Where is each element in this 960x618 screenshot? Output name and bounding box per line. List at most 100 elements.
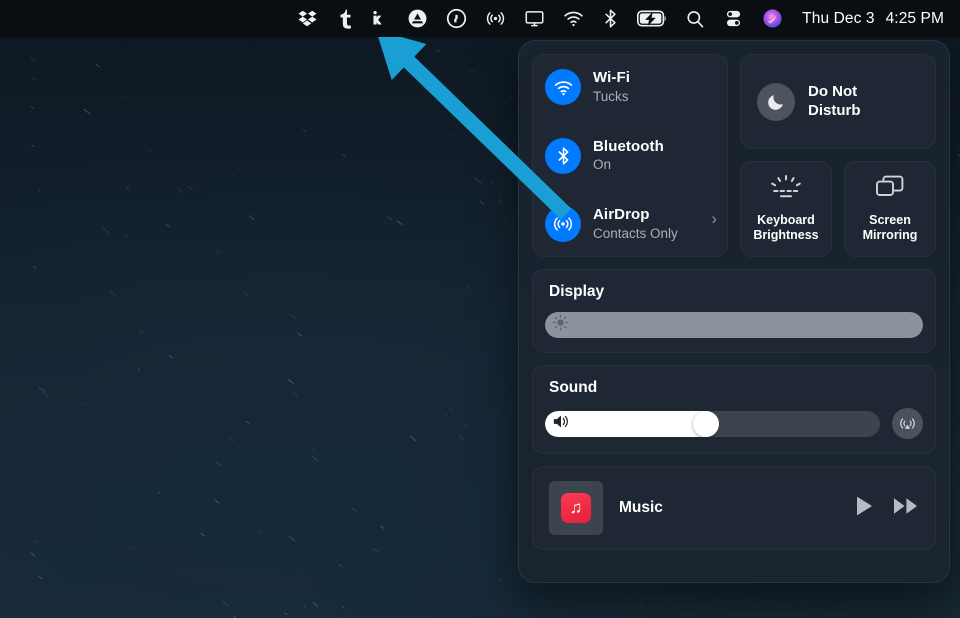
- wifi-row[interactable]: Wi-Fi Tucks: [545, 69, 715, 105]
- star-speck: [451, 133, 456, 138]
- airplay-audio-icon[interactable]: [892, 408, 923, 439]
- star-speck: [508, 95, 514, 100]
- star-speck: [283, 611, 288, 615]
- star-speck: [308, 378, 312, 382]
- dropbox-icon[interactable]: [289, 0, 326, 37]
- star-speck: [125, 186, 130, 190]
- control-center-panel: Wi-Fi Tucks Bluetooth On AirDrop Contact…: [518, 40, 950, 583]
- kb-line-1: Keyboard: [757, 213, 815, 227]
- airdrop-title: AirDrop: [593, 206, 650, 224]
- menu-bar-clock[interactable]: Thu Dec 3 4:25 PM: [792, 10, 948, 28]
- brightness-icon: [552, 314, 569, 336]
- airdrop-icon[interactable]: [476, 0, 515, 37]
- star-speck: [479, 199, 485, 205]
- star-speck: [257, 528, 263, 534]
- star-speck: [351, 507, 357, 513]
- tumblr-icon[interactable]: [326, 0, 361, 37]
- kap-icon[interactable]: [361, 0, 398, 37]
- star-speck: [148, 148, 153, 153]
- kb-line-2: Brightness: [753, 228, 819, 242]
- star-speck: [417, 95, 421, 99]
- star-speck: [123, 234, 128, 238]
- star-speck: [30, 552, 36, 557]
- star-speck: [222, 601, 229, 607]
- arc-icon[interactable]: [398, 0, 437, 37]
- utility-tile-row: Keyboard Brightness Screen Mirroring: [740, 161, 936, 257]
- keyboard-brightness-tile[interactable]: Keyboard Brightness: [740, 161, 832, 257]
- airdrop-mode: Contacts Only: [593, 225, 678, 241]
- star-speck: [242, 291, 249, 297]
- music-note-icon: ♫: [561, 493, 591, 523]
- star-speck: [443, 412, 448, 416]
- bluetooth-status: On: [593, 157, 612, 173]
- star-speck: [214, 461, 222, 467]
- star-speck: [228, 437, 235, 443]
- star-speck: [409, 435, 417, 442]
- display-brightness-slider[interactable]: [545, 312, 923, 338]
- airdrop-icon[interactable]: [545, 206, 581, 242]
- moon-icon: [757, 82, 795, 121]
- dnd-line-2: Disturb: [808, 101, 861, 119]
- keyboard-brightness-icon: [769, 175, 803, 206]
- bluetooth-icon[interactable]: [545, 137, 581, 174]
- play-icon[interactable]: [854, 495, 874, 522]
- album-artwork: ♫: [549, 481, 603, 535]
- star-speck: [42, 392, 49, 398]
- star-speck: [743, 597, 748, 602]
- chevron-right-icon[interactable]: ›: [711, 210, 717, 227]
- star-speck: [102, 227, 110, 234]
- star-speck: [213, 499, 219, 504]
- star-speck: [302, 604, 307, 608]
- star-speck: [30, 57, 36, 63]
- star-speck: [199, 532, 205, 537]
- star-speck: [30, 105, 36, 110]
- display-title: Display: [549, 283, 605, 300]
- star-speck: [187, 186, 194, 192]
- star-speck: [94, 63, 100, 68]
- sound-title: Sound: [549, 379, 598, 396]
- star-speck: [157, 491, 161, 495]
- sound-slider-knob[interactable]: [693, 410, 720, 437]
- sound-volume-slider[interactable]: [545, 410, 880, 437]
- star-speck: [289, 314, 297, 320]
- star-speck: [168, 354, 173, 359]
- star-speck: [337, 563, 343, 568]
- bluetooth-icon[interactable]: [593, 0, 628, 37]
- control-center-icon[interactable]: [714, 0, 753, 37]
- star-speck: [37, 575, 43, 580]
- star-speck: [639, 604, 644, 608]
- star-speck: [490, 182, 495, 186]
- display-icon[interactable]: [515, 0, 554, 37]
- display-slider-fill: [545, 312, 923, 338]
- onepassword-icon[interactable]: [437, 0, 476, 37]
- bluetooth-title: Bluetooth: [593, 137, 664, 155]
- search-icon[interactable]: [676, 0, 714, 37]
- star-speck: [83, 108, 91, 114]
- star-speck: [237, 166, 242, 170]
- star-speck: [342, 153, 347, 157]
- sound-slider-row: [545, 408, 923, 439]
- wifi-title: Wi-Fi: [593, 69, 631, 87]
- siri-icon[interactable]: [753, 0, 792, 37]
- connectivity-card: Wi-Fi Tucks Bluetooth On AirDrop Contact…: [532, 54, 728, 257]
- bluetooth-row[interactable]: Bluetooth On: [545, 137, 715, 174]
- star-speck: [178, 188, 184, 193]
- star-speck: [287, 378, 295, 385]
- sm-line-1: Screen: [869, 213, 911, 227]
- wifi-icon[interactable]: [545, 69, 581, 105]
- star-speck: [31, 76, 36, 80]
- star-speck: [33, 266, 37, 270]
- fast-forward-icon[interactable]: [893, 496, 919, 521]
- music-widget[interactable]: ♫ Music: [532, 466, 936, 550]
- control-center-right-column: Do Not Disturb Keyboard Brightness Scree…: [740, 54, 936, 257]
- star-speck: [214, 248, 222, 255]
- star-speck: [462, 423, 468, 428]
- battery-charging-icon[interactable]: [628, 0, 676, 37]
- star-speck: [288, 535, 296, 541]
- do-not-disturb-tile[interactable]: Do Not Disturb: [740, 54, 936, 149]
- star-speck: [465, 284, 472, 290]
- airdrop-row[interactable]: AirDrop Contacts Only ›: [545, 206, 717, 242]
- star-speck: [387, 216, 394, 221]
- wifi-icon[interactable]: [554, 0, 593, 37]
- screen-mirroring-tile[interactable]: Screen Mirroring: [844, 161, 936, 257]
